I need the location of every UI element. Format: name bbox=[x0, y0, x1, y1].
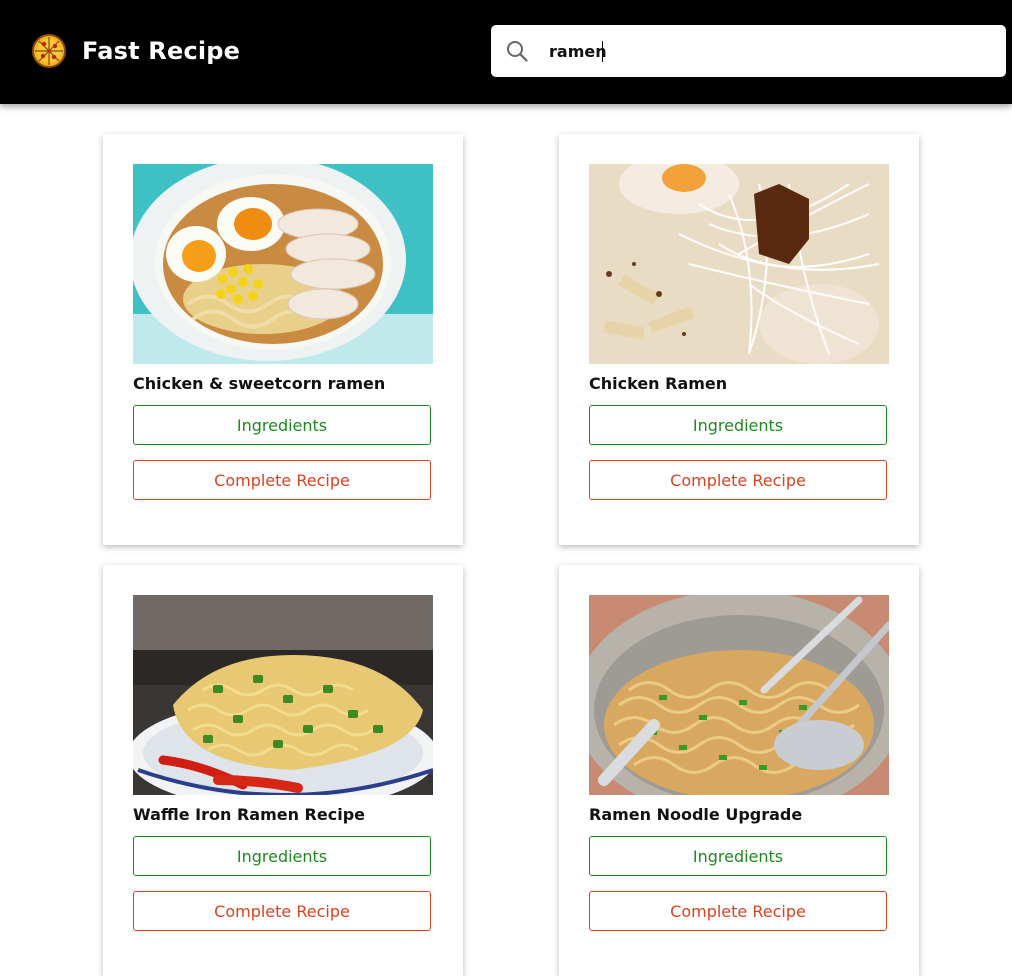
ingredients-button[interactable]: Ingredients bbox=[133, 836, 431, 876]
recipe-image bbox=[589, 164, 889, 364]
complete-recipe-button[interactable]: Complete Recipe bbox=[133, 891, 431, 931]
ingredients-button[interactable]: Ingredients bbox=[589, 405, 887, 445]
complete-recipe-button[interactable]: Complete Recipe bbox=[589, 460, 887, 500]
recipe-image bbox=[133, 164, 433, 364]
recipe-image bbox=[589, 595, 889, 795]
search-icon[interactable] bbox=[506, 40, 528, 62]
navbar: Fast Recipe bbox=[0, 0, 1012, 104]
recipe-title: Ramen Noodle Upgrade bbox=[589, 805, 803, 824]
search-input[interactable] bbox=[549, 38, 989, 64]
recipe-title: Waffle Iron Ramen Recipe bbox=[133, 805, 365, 824]
recipe-title: Chicken Ramen bbox=[589, 374, 728, 393]
recipe-image bbox=[133, 595, 433, 795]
complete-recipe-button[interactable]: Complete Recipe bbox=[133, 460, 431, 500]
ingredients-button[interactable]: Ingredients bbox=[589, 836, 887, 876]
recipe-card: Ramen Noodle Upgrade Ingredients Complet… bbox=[559, 565, 919, 976]
recipe-title: Chicken & sweetcorn ramen bbox=[133, 374, 386, 393]
recipe-card: Chicken & sweetcorn ramen Ingredients Co… bbox=[103, 134, 463, 545]
ingredients-button[interactable]: Ingredients bbox=[133, 405, 431, 445]
app-title: Fast Recipe bbox=[82, 37, 241, 65]
recipe-card: Waffle Iron Ramen Recipe Ingredients Com… bbox=[103, 565, 463, 976]
complete-recipe-button[interactable]: Complete Recipe bbox=[589, 891, 887, 931]
search-box[interactable] bbox=[491, 25, 1006, 77]
brand[interactable]: Fast Recipe bbox=[31, 33, 240, 69]
pizza-icon bbox=[32, 34, 66, 68]
text-caret bbox=[602, 41, 603, 62]
recipe-card: Chicken Ramen Ingredients Complete Recip… bbox=[559, 134, 919, 545]
